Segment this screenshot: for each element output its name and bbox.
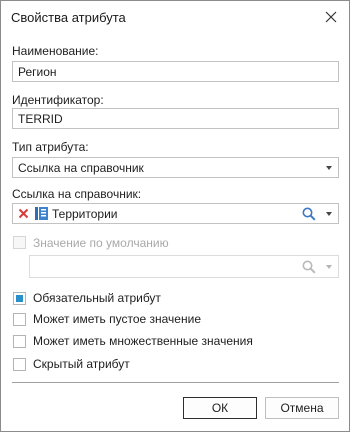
cancel-button[interactable]: Отмена xyxy=(265,397,339,419)
reference-label: Ссылка на справочник: xyxy=(12,187,142,201)
identifier-value: TERRID xyxy=(18,112,63,126)
reference-select[interactable]: Территории xyxy=(12,203,339,224)
chevron-down-icon[interactable] xyxy=(326,212,332,216)
dialog-title: Свойства атрибута xyxy=(11,10,126,25)
close-icon xyxy=(325,11,337,23)
chevron-down-icon[interactable] xyxy=(326,265,332,269)
divider xyxy=(12,382,339,383)
name-value: Регион xyxy=(18,65,57,79)
allow-empty-checkbox[interactable] xyxy=(13,313,26,326)
title-bar: Свойства атрибута xyxy=(1,1,349,33)
required-label: Обязательный атрибут xyxy=(33,291,161,305)
hidden-label: Скрытый атрибут xyxy=(33,357,130,371)
identifier-label: Идентификатор: xyxy=(12,93,104,107)
dictionary-icon xyxy=(35,207,48,220)
attribute-properties-dialog: Свойства атрибута Наименование: Регион И… xyxy=(0,0,350,432)
default-value-checkbox[interactable] xyxy=(13,236,26,249)
ok-button[interactable]: ОК xyxy=(183,397,257,419)
allow-empty-label: Может иметь пустое значение xyxy=(33,312,201,326)
multiple-values-checkbox[interactable] xyxy=(13,335,26,348)
required-checkbox[interactable] xyxy=(13,292,26,305)
search-icon[interactable] xyxy=(302,260,316,274)
reference-value: Территории xyxy=(52,207,118,221)
identifier-field[interactable]: TERRID xyxy=(12,108,339,129)
attribute-type-label: Тип атрибута: xyxy=(12,140,89,154)
search-icon[interactable] xyxy=(302,207,316,221)
name-field[interactable]: Регион xyxy=(12,61,339,82)
chevron-down-icon[interactable] xyxy=(326,166,332,170)
default-value-select[interactable] xyxy=(29,255,339,278)
name-label: Наименование: xyxy=(12,44,99,58)
attribute-type-value: Ссылка на справочник xyxy=(18,161,144,175)
clear-icon[interactable] xyxy=(18,208,29,219)
attribute-type-select[interactable]: Ссылка на справочник xyxy=(12,157,339,178)
hidden-checkbox[interactable] xyxy=(13,358,26,371)
default-value-label: Значение по умолчанию xyxy=(33,236,169,250)
multiple-values-label: Может иметь множественные значения xyxy=(33,334,253,348)
close-button[interactable] xyxy=(319,5,343,29)
